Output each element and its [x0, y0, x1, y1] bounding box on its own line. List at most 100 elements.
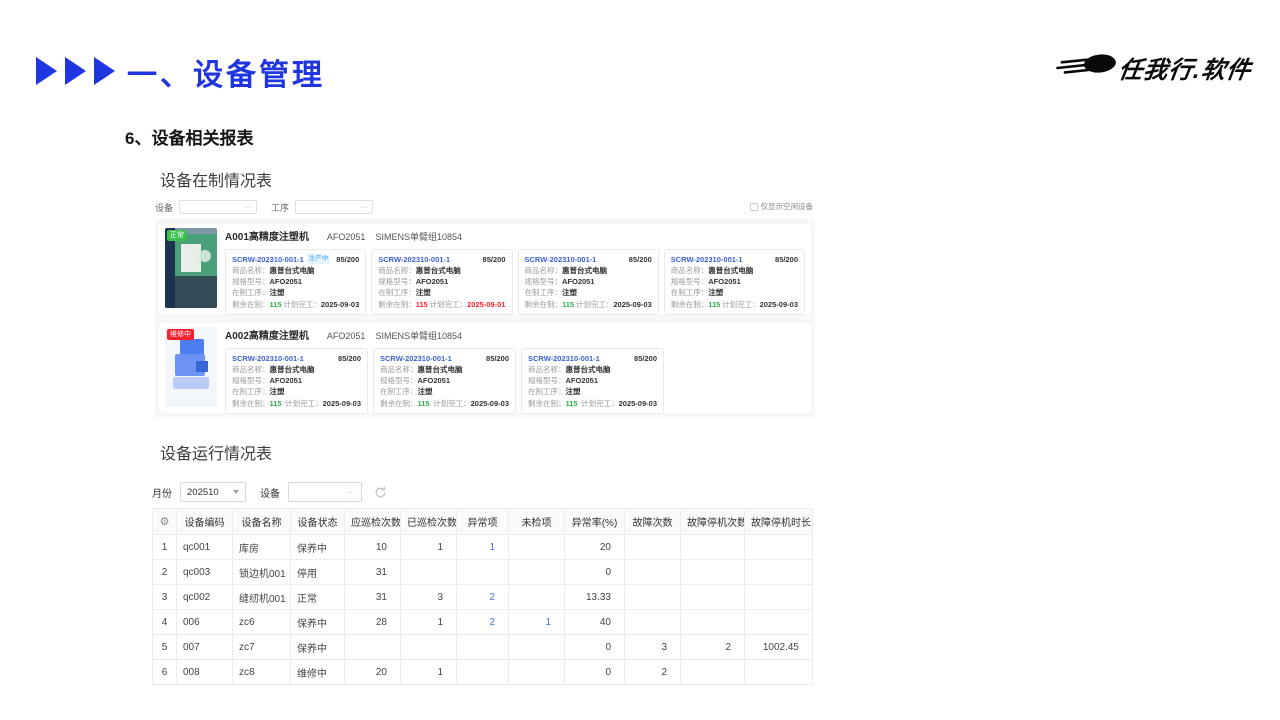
work-order-card: SCRW-202310-001-1 85/200 商品名称：惠普台式电脑 规格型… — [664, 249, 805, 315]
order-number-link[interactable]: SCRW-202310-001-1 — [528, 353, 600, 364]
product-label: 商品名称： — [232, 364, 270, 375]
cell-abnormal-link[interactable]: 1 — [457, 535, 509, 560]
due-label: 计划完工： — [722, 300, 760, 309]
producing-tag: 生产中 — [307, 254, 331, 264]
title-arrows-decoration — [36, 57, 115, 85]
cell-downtime-count — [681, 560, 745, 585]
table-row[interactable]: 3 qc002 缝纫机001 正常 31 3 2 13.33 — [153, 585, 813, 610]
work-order-card: SCRW-202310-001-1 生产中 85/200 商品名称：惠普台式电脑… — [225, 249, 366, 315]
due-value: 2025-09-03 — [760, 300, 798, 309]
process-label: 在制工序： — [380, 386, 418, 397]
cell-fault-count — [625, 610, 681, 635]
model-label: 规格型号： — [232, 375, 270, 386]
cell-planned-checks — [345, 635, 401, 660]
due-value: 2025-09-03 — [321, 300, 359, 309]
due-label: 计划完工： — [430, 300, 468, 309]
table-row[interactable]: 2 qc003 锁边机001 停用 31 0 — [153, 560, 813, 585]
cell-abnormal-link[interactable]: 2 — [457, 585, 509, 610]
cell-done-checks: 1 — [401, 660, 457, 685]
cell-done-checks — [401, 635, 457, 660]
process-value: 注塑 — [416, 287, 431, 298]
device-filter-input[interactable]: ··· — [288, 482, 362, 502]
cell-downtime-count — [681, 535, 745, 560]
more-icon[interactable]: ··· — [347, 487, 356, 497]
col-header: 应巡检次数 — [345, 509, 401, 535]
arrow-triangle-icon — [94, 57, 115, 85]
cell-abnormal-rate: 0 — [565, 560, 625, 585]
machine-group: SIMENS单臂组10854 — [375, 230, 462, 243]
col-header: 已巡检次数 — [401, 509, 457, 535]
product-value: 惠普台式电脑 — [270, 265, 315, 276]
due-label: 计划完工： — [576, 300, 614, 309]
cell-name: 缝纫机001 — [233, 585, 291, 610]
remain-label: 剩余在制： — [378, 299, 416, 310]
due-value: 2025-09-03 — [613, 300, 651, 309]
equipment-run-table: ⚙ 设备编码 设备名称 设备状态 应巡检次数 已巡检次数 异常项 未检项 异常率… — [152, 508, 813, 685]
process-value: 注塑 — [270, 386, 285, 397]
model-value: AFO2051 — [416, 276, 449, 287]
device-filter-input[interactable]: ··· — [179, 200, 257, 214]
refresh-icon — [374, 486, 387, 499]
order-number-link[interactable]: SCRW-202310-001-1 — [232, 254, 304, 265]
row-index: 6 — [153, 660, 177, 685]
remain-label: 剩余在制： — [232, 398, 270, 409]
order-qty: 85/200 — [629, 254, 652, 265]
product-label: 商品名称： — [671, 265, 709, 276]
due-value: 2025-09-03 — [619, 399, 657, 408]
column-settings-button[interactable]: ⚙ — [153, 509, 177, 535]
cell-code: qc001 — [177, 535, 233, 560]
cell-downtime-duration — [745, 610, 813, 635]
product-label: 商品名称： — [528, 364, 566, 375]
machine-model: AFO2051 — [327, 232, 366, 242]
process-filter-input[interactable]: ··· — [295, 200, 373, 214]
table-row[interactable]: 6 008 zc8 维修中 20 1 0 2 — [153, 660, 813, 685]
cell-unchecked — [509, 585, 565, 610]
remain-value: 115 — [566, 398, 578, 409]
order-number-link[interactable]: SCRW-202310-001-1 — [671, 254, 743, 265]
month-select[interactable]: 202510 — [180, 482, 246, 502]
cell-fault-count — [625, 560, 681, 585]
wip-panel: 设备 ··· 工序 ··· 仅显示空闲设备 正常 — [155, 198, 815, 418]
logo-text: 任我行.软件 — [1117, 50, 1255, 85]
cell-status: 保养中 — [291, 610, 345, 635]
idle-only-checkbox[interactable] — [750, 203, 758, 211]
cell-abnormal — [457, 635, 509, 660]
order-qty: 85/200 — [775, 254, 798, 265]
product-label: 商品名称： — [525, 265, 563, 276]
process-label: 在制工序： — [525, 287, 563, 298]
table-row[interactable]: 1 qc001 库房 保养中 10 1 1 20 — [153, 535, 813, 560]
wip-filter-bar: 设备 ··· 工序 ··· 仅显示空闲设备 — [155, 198, 815, 216]
due-value: 2025-09-03 — [323, 399, 361, 408]
slide-subtitle: 6、设备相关报表 — [125, 124, 253, 149]
arrow-triangle-icon — [65, 57, 86, 85]
cell-downtime-count — [681, 585, 745, 610]
model-label: 规格型号： — [671, 276, 709, 287]
cell-unchecked-link[interactable]: 1 — [509, 610, 565, 635]
machine-body: A001高精度注塑机 AFO2051 SIMENS单臂组10854 SCRW-2… — [225, 228, 805, 310]
refresh-button[interactable] — [374, 486, 387, 499]
more-icon[interactable]: ··· — [360, 203, 368, 212]
work-order-card: SCRW-202310-001-1 85/200 商品名称：惠普台式电脑 规格型… — [518, 249, 659, 315]
table-row[interactable]: 5 007 zc7 保养中 0 3 2 1002.45 — [153, 635, 813, 660]
process-value: 注塑 — [270, 287, 285, 298]
order-number-link[interactable]: SCRW-202310-001-1 — [378, 254, 450, 265]
model-label: 规格型号： — [528, 375, 566, 386]
cell-downtime-duration: 1002.45 — [745, 635, 813, 660]
cell-abnormal-link[interactable]: 2 — [457, 610, 509, 635]
more-icon[interactable]: ··· — [244, 203, 252, 212]
order-number-link[interactable]: SCRW-202310-001-1 — [525, 254, 597, 265]
order-cards: SCRW-202310-001-1 85/200 商品名称：惠普台式电脑 规格型… — [225, 348, 805, 414]
table-row[interactable]: 4 006 zc6 保养中 28 1 2 1 40 — [153, 610, 813, 635]
order-number-link[interactable]: SCRW-202310-001-1 — [232, 353, 304, 364]
cell-abnormal-rate: 20 — [565, 535, 625, 560]
cell-abnormal — [457, 660, 509, 685]
cell-status: 保养中 — [291, 635, 345, 660]
machine-row: 维修中 A002高精度注塑机 AFO2051 SIMENS单臂组10854 SC… — [159, 323, 811, 413]
cell-abnormal-rate: 0 — [565, 660, 625, 685]
order-qty: 85/200 — [336, 254, 359, 265]
cell-done-checks: 1 — [401, 610, 457, 635]
remain-label: 剩余在制： — [525, 299, 563, 310]
col-header: 设备状态 — [291, 509, 345, 535]
cell-name: zc8 — [233, 660, 291, 685]
order-number-link[interactable]: SCRW-202310-001-1 — [380, 353, 452, 364]
